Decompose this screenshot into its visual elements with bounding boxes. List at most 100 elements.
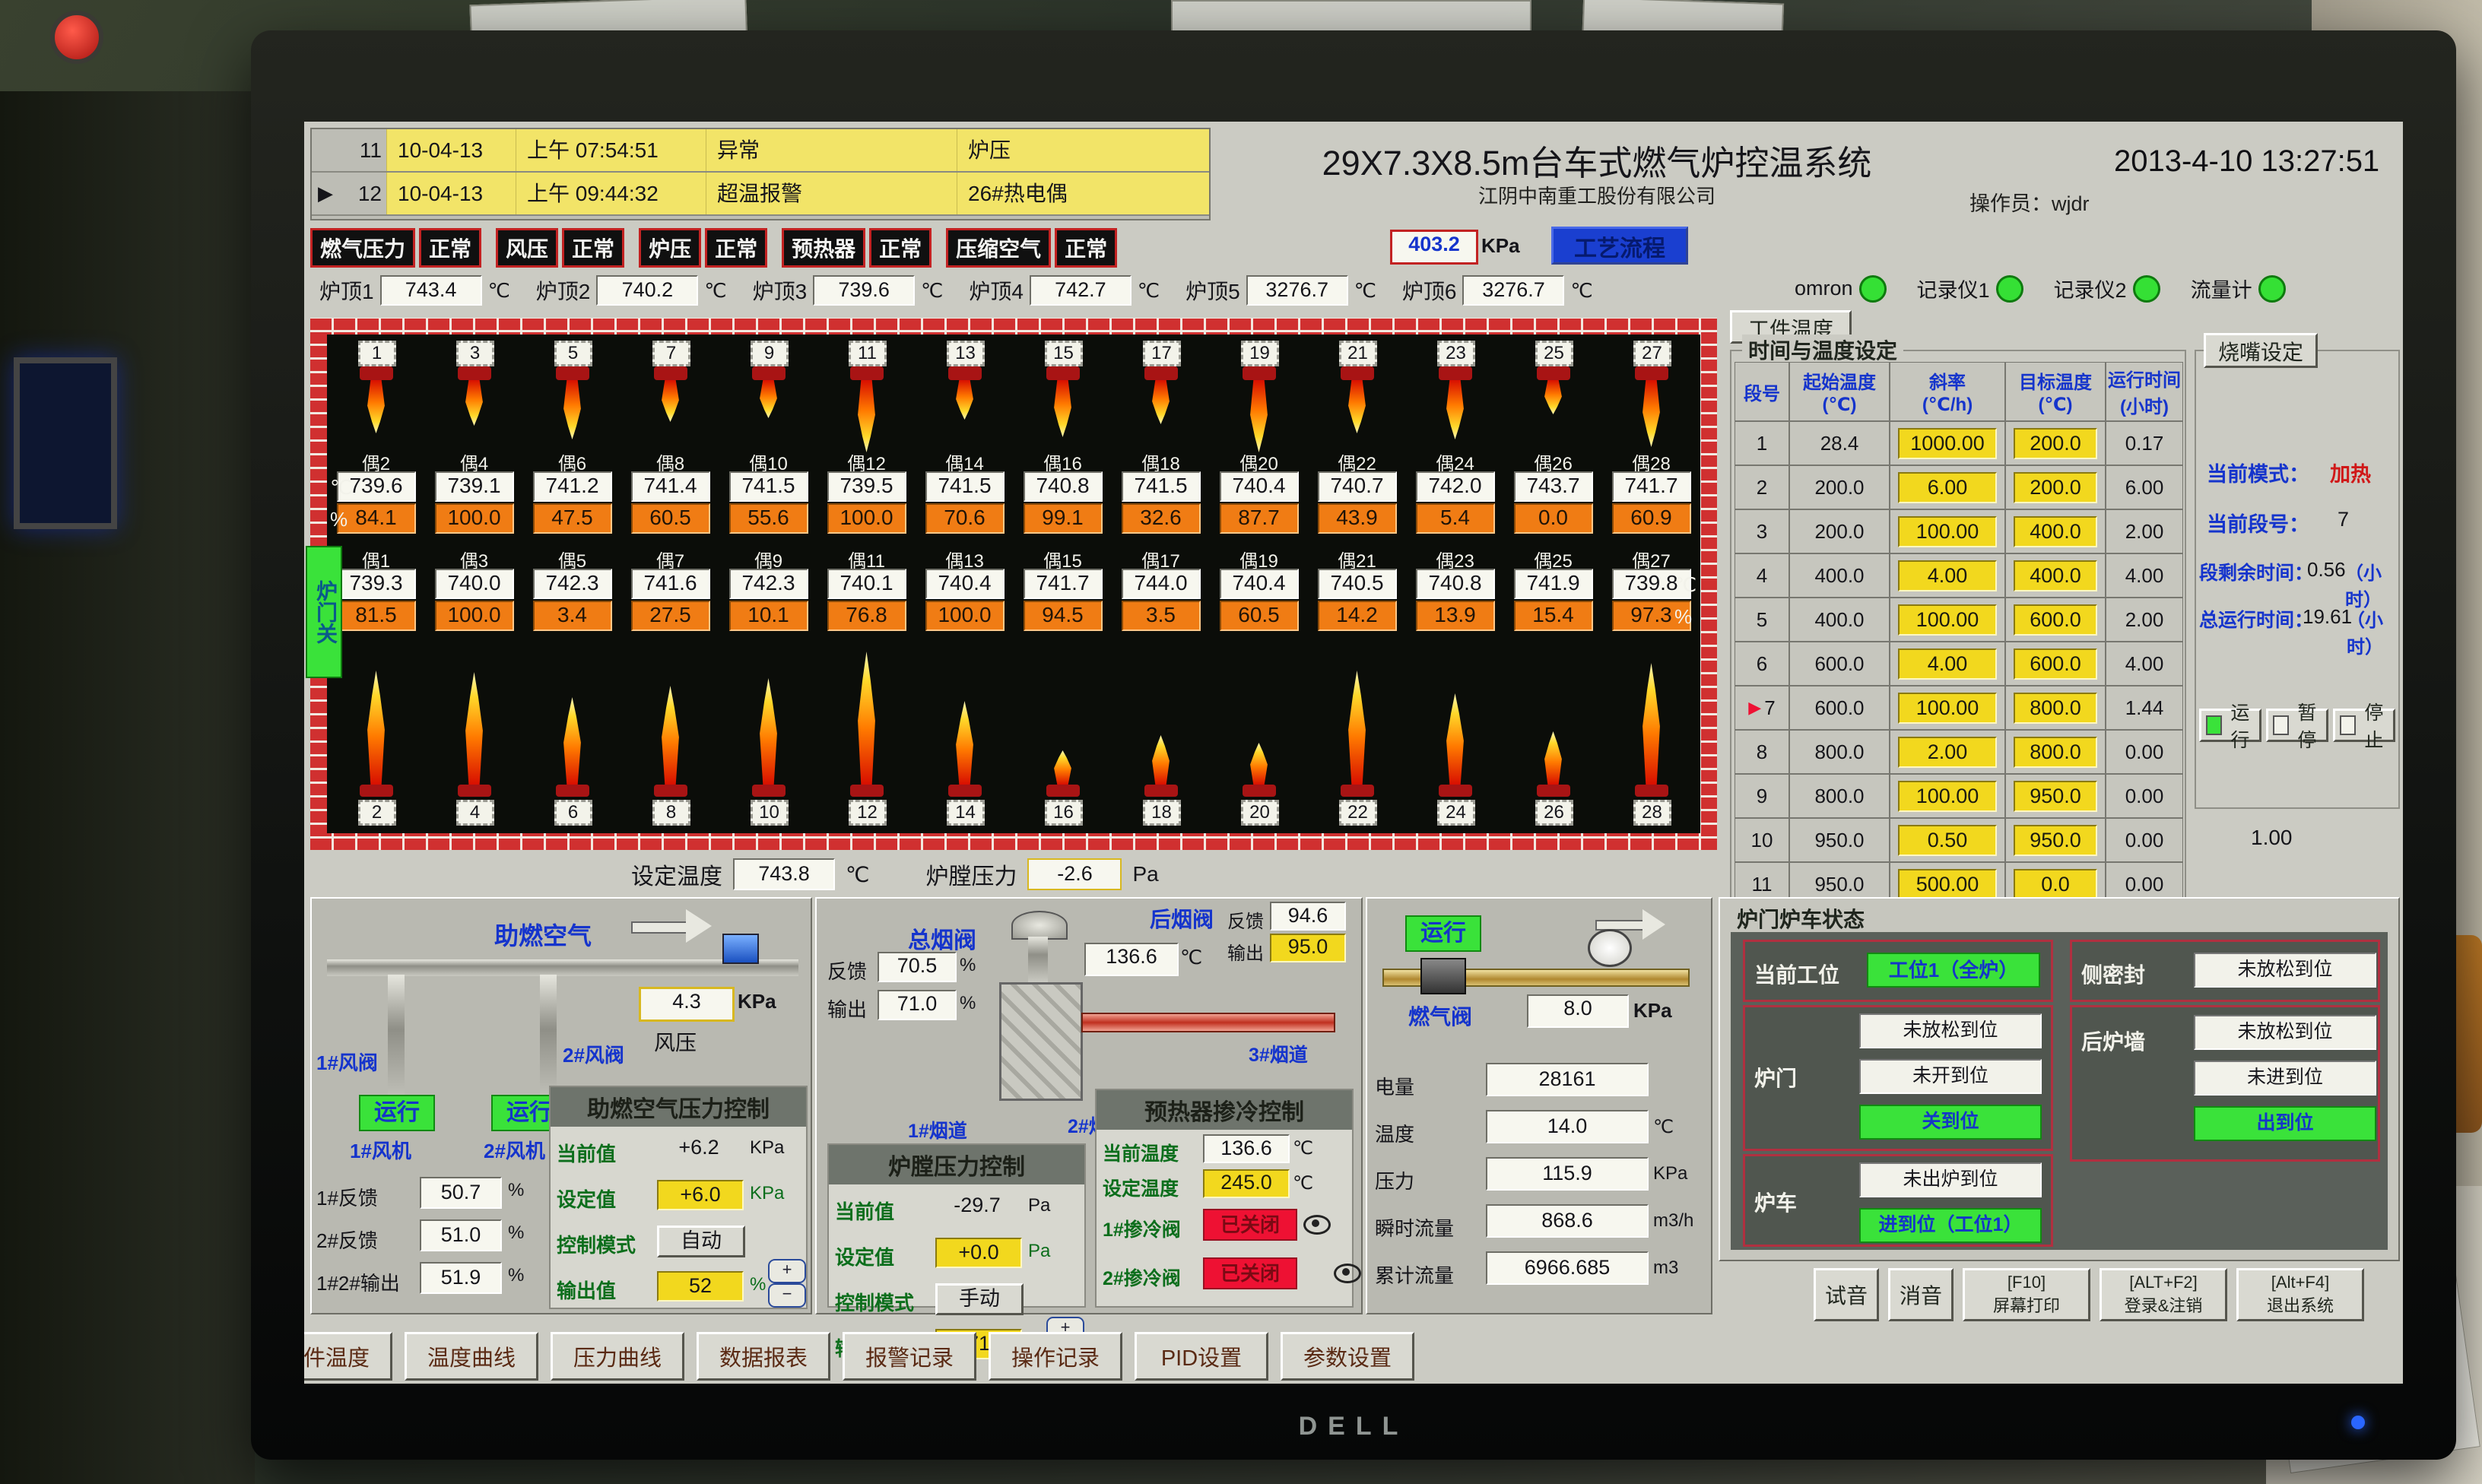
profile-cell[interactable]: 400.0 bbox=[2005, 553, 2106, 598]
valve2-eye-icon[interactable] bbox=[1334, 1264, 1361, 1283]
profile-editable-value[interactable]: 950.0 bbox=[2014, 781, 2097, 812]
profile-cell[interactable]: 200.0 bbox=[1789, 465, 1890, 509]
profile-cell[interactable]: 4.00 bbox=[2106, 553, 2183, 598]
profile-cell[interactable]: 100.00 bbox=[1890, 509, 2005, 553]
alarm-list[interactable]: 1110-04-13上午 07:54:51异常炉压▶1210-04-13上午 0… bbox=[310, 128, 1211, 220]
profile-editable-value[interactable]: 200.0 bbox=[2014, 428, 2097, 459]
tc-odd-percent: 27.5 bbox=[631, 601, 710, 631]
nav-data-report[interactable]: 数据报表 bbox=[697, 1332, 830, 1381]
profile-editable-value[interactable]: 800.0 bbox=[2014, 737, 2097, 768]
chamber-control-value[interactable]: +0.0 bbox=[935, 1238, 1022, 1268]
profile-editable-value[interactable]: 600.0 bbox=[2014, 604, 2097, 636]
alarm-row[interactable]: ▶1210-04-13上午 09:44:32超温报警26#热电偶 bbox=[312, 173, 1209, 216]
gas-arrow-head-icon bbox=[1642, 909, 1665, 940]
profile-cell[interactable]: 200.0 bbox=[2005, 421, 2106, 465]
profile-cell[interactable]: 100.00 bbox=[1890, 598, 2005, 642]
profile-cell[interactable]: 950.0 bbox=[2005, 818, 2106, 862]
profile-cell[interactable]: 800.0 bbox=[2005, 686, 2106, 730]
profile-editable-value[interactable]: 2.00 bbox=[1898, 737, 1997, 768]
alarm-row[interactable]: 1110-04-13上午 07:54:51异常炉压 bbox=[312, 129, 1209, 173]
profile-editable-value[interactable]: 600.0 bbox=[2014, 648, 2097, 680]
profile-cell[interactable]: 100.00 bbox=[1890, 686, 2005, 730]
valve1-eye-icon[interactable] bbox=[1303, 1215, 1331, 1235]
profile-editable-value[interactable]: 0.50 bbox=[1898, 825, 1997, 856]
profile-cell[interactable]: 0.50 bbox=[1890, 818, 2005, 862]
profile-editable-value[interactable]: 400.0 bbox=[2014, 560, 2097, 591]
profile-cell[interactable]: 800.0 bbox=[2005, 730, 2106, 774]
profile-cell[interactable]: 200.0 bbox=[2005, 465, 2106, 509]
profile-cell[interactable]: 200.0 bbox=[1789, 509, 1890, 553]
profile-editable-value[interactable]: 400.0 bbox=[2014, 516, 2097, 547]
chamber-control-value[interactable]: 手动 bbox=[935, 1283, 1024, 1315]
profile-cell[interactable]: 400.0 bbox=[2005, 509, 2106, 553]
profile-editable-value[interactable]: 100.00 bbox=[1898, 693, 1997, 724]
profile-editable-value[interactable]: 4.00 bbox=[1898, 648, 1997, 680]
profile-cell[interactable]: 0.17 bbox=[2106, 421, 2183, 465]
air-control-value[interactable]: 自动 bbox=[657, 1226, 745, 1257]
profile-cell[interactable]: 6.00 bbox=[1890, 465, 2005, 509]
profile-cell[interactable]: 400.0 bbox=[1789, 598, 1890, 642]
profile-cell[interactable]: 0.00 bbox=[2106, 774, 2183, 818]
profile-cell[interactable]: 600.0 bbox=[1789, 642, 1890, 686]
profile-table[interactable]: 段号起始温度 (℃)斜率 (℃/h)目标温度 (℃)运行时间 (小时)128.4… bbox=[1735, 362, 2183, 950]
profile-cell[interactable]: 800.0 bbox=[1789, 730, 1890, 774]
profile-cell[interactable]: 2.00 bbox=[2106, 509, 2183, 553]
profile-editable-value[interactable]: 100.00 bbox=[1898, 781, 1997, 812]
mute-button[interactable]: 消音 bbox=[1888, 1268, 1954, 1321]
precool-set-value[interactable]: 245.0 bbox=[1203, 1169, 1290, 1198]
nav-param-settings[interactable]: 参数设置 bbox=[1281, 1332, 1414, 1381]
nav-operation-record[interactable]: 操作记录 bbox=[989, 1332, 1122, 1381]
profile-editable-value[interactable]: 200.0 bbox=[2014, 472, 2097, 503]
profile-cell[interactable]: 2.00 bbox=[2106, 598, 2183, 642]
profile-cell[interactable]: 800.0 bbox=[1789, 774, 1890, 818]
tc-odd-percent: 3.4 bbox=[533, 601, 612, 631]
chamber-pressure-value: -2.6 bbox=[1027, 858, 1122, 890]
profile-editable-value[interactable]: 6.00 bbox=[1898, 472, 1997, 503]
profile-cell[interactable]: 600.0 bbox=[2005, 598, 2106, 642]
profile-editable-value[interactable]: 100.00 bbox=[1898, 516, 1997, 547]
profile-cell[interactable]: 28.4 bbox=[1789, 421, 1890, 465]
profile-cell[interactable]: 950.0 bbox=[1789, 818, 1890, 862]
profile-cell[interactable]: 4.00 bbox=[2106, 642, 2183, 686]
profile-editable-value[interactable]: 500.00 bbox=[1898, 869, 1997, 900]
nav-pid-settings[interactable]: PID设置 bbox=[1135, 1332, 1268, 1381]
nav-temp-curve[interactable]: 温度曲线 bbox=[405, 1332, 538, 1381]
nav-alarm-record[interactable]: 报警记录 bbox=[843, 1332, 976, 1381]
increase-button[interactable]: + bbox=[768, 1259, 806, 1283]
burner-stop-button[interactable]: 停止 bbox=[2333, 709, 2395, 742]
profile-editable-value[interactable]: 4.00 bbox=[1898, 560, 1997, 591]
profile-cell[interactable]: 4.00 bbox=[1890, 553, 2005, 598]
profile-cell[interactable]: 1.44 bbox=[2106, 686, 2183, 730]
profile-cell[interactable]: 400.0 bbox=[1789, 553, 1890, 598]
profile-editable-value[interactable]: 800.0 bbox=[2014, 693, 2097, 724]
profile-cell[interactable]: 600.0 bbox=[2005, 642, 2106, 686]
profile-editable-value[interactable]: 950.0 bbox=[2014, 825, 2097, 856]
profile-cell[interactable]: 0.00 bbox=[2106, 818, 2183, 862]
profile-cell[interactable]: 0.00 bbox=[2106, 730, 2183, 774]
login-logout-button[interactable]: [ALT+F2]登录&注销 bbox=[2100, 1268, 2227, 1321]
profile-cell[interactable]: 6.00 bbox=[2106, 465, 2183, 509]
decrease-button[interactable]: − bbox=[768, 1283, 806, 1308]
nav-pressure-curve[interactable]: 压力曲线 bbox=[551, 1332, 684, 1381]
process-flow-button[interactable]: 工艺流程 bbox=[1551, 227, 1688, 265]
burner-run-button[interactable]: 运行 bbox=[2199, 709, 2261, 742]
exit-system-button[interactable]: [Alt+F4]退出系统 bbox=[2236, 1268, 2364, 1321]
print-screen-button[interactable]: [F10]屏幕打印 bbox=[1963, 1268, 2090, 1321]
profile-editable-value[interactable]: 1000.00 bbox=[1898, 428, 1997, 459]
profile-cell[interactable]: 950.0 bbox=[2005, 774, 2106, 818]
burner-settings-button[interactable]: 烧嘴设定 bbox=[2204, 333, 2318, 368]
profile-editable-value[interactable]: 100.00 bbox=[1898, 604, 1997, 636]
page-title: 29X7.3X8.5m台车式燃气炉控温系统 bbox=[1217, 135, 1977, 185]
tc-odd-percent: 100.0 bbox=[435, 601, 514, 631]
test-sound-button[interactable]: 试音 bbox=[1814, 1268, 1879, 1321]
profile-cell[interactable]: 600.0 bbox=[1789, 686, 1890, 730]
profile-cell[interactable]: 100.00 bbox=[1890, 774, 2005, 818]
profile-cell[interactable]: 1000.00 bbox=[1890, 421, 2005, 465]
nav-workpiece-temp[interactable]: 工件温度 bbox=[304, 1332, 392, 1381]
air-control-value[interactable]: +6.0 bbox=[657, 1180, 744, 1210]
profile-editable-value[interactable]: 0.0 bbox=[2014, 869, 2097, 900]
profile-cell[interactable]: 2.00 bbox=[1890, 730, 2005, 774]
burner-pause-button[interactable]: 暂停 bbox=[2266, 709, 2328, 742]
air-control-value[interactable]: 52 bbox=[657, 1271, 744, 1302]
profile-cell[interactable]: 4.00 bbox=[1890, 642, 2005, 686]
